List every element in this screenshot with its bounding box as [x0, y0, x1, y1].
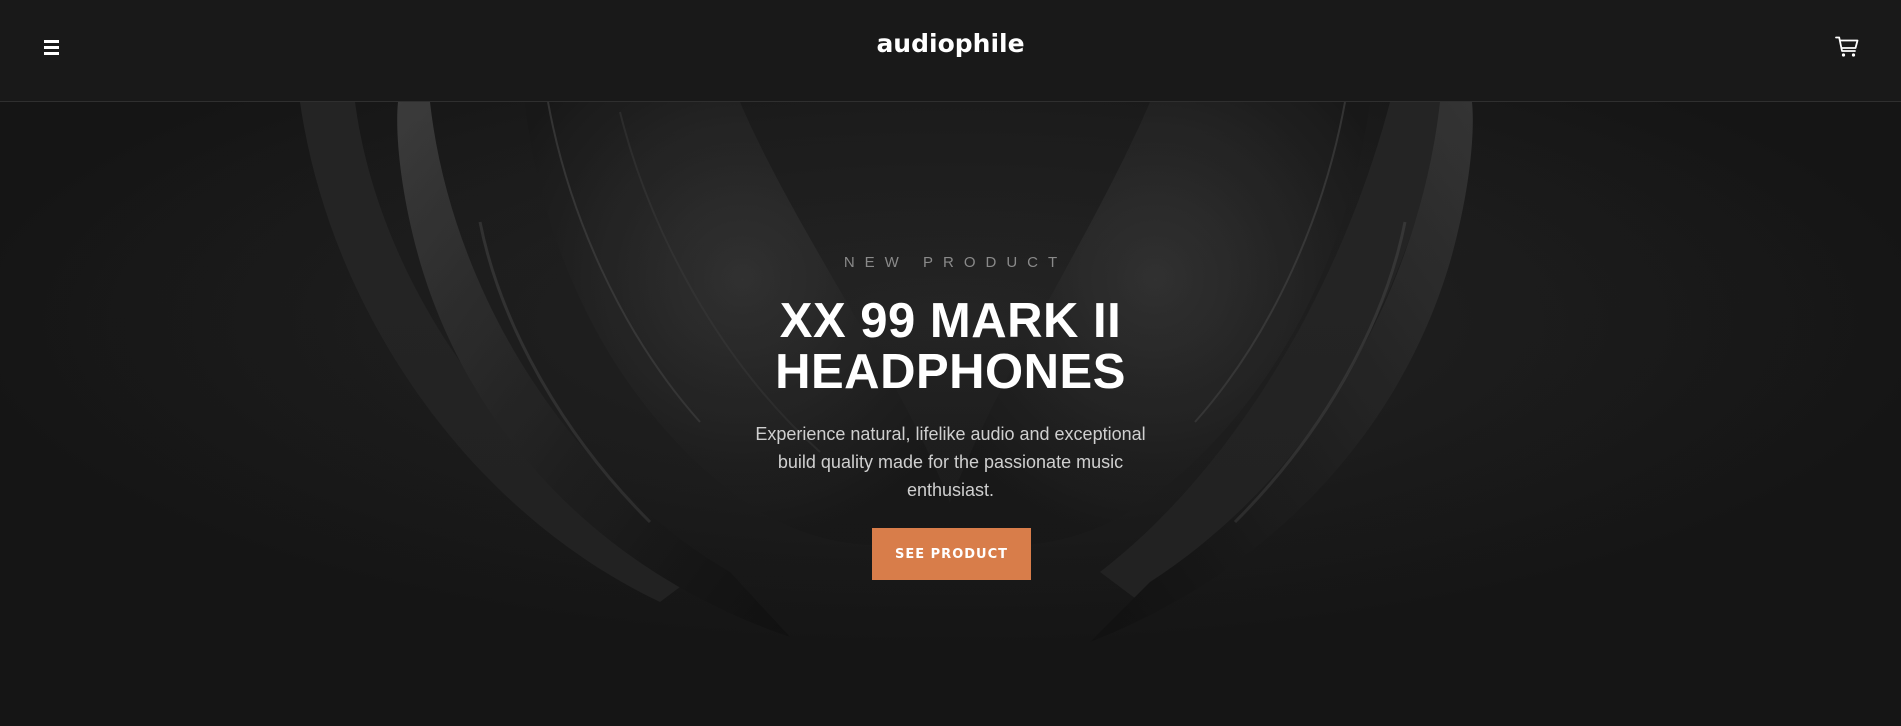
- hero-overline: NEW PRODUCT: [843, 254, 1068, 271]
- see-product-button[interactable]: SEE PRODUCT: [872, 528, 1031, 580]
- hero-title-line-2: HEADPHONES: [775, 345, 1126, 399]
- hero-section: NEW PRODUCT XX 99 MARK II HEADPHONES Exp…: [0, 102, 1901, 726]
- hero-title: XX 99 MARK II HEADPHONES: [0, 296, 1901, 398]
- shopping-cart-icon[interactable]: [1835, 36, 1859, 60]
- hero-content: NEW PRODUCT XX 99 MARK II HEADPHONES Exp…: [0, 102, 1901, 726]
- hero-description: Experience natural, lifelike audio and e…: [755, 424, 1146, 500]
- site-logo[interactable]: audiophile: [876, 29, 1024, 58]
- header-divider: [0, 101, 1901, 102]
- page: audiophile NEW PRODUCT XX 99 MARK II HEA…: [0, 0, 1901, 726]
- hero-title-line-1: XX 99 MARK II: [779, 294, 1122, 348]
- site-header: audiophile: [0, 0, 1901, 102]
- hamburger-menu-icon[interactable]: [41, 36, 61, 60]
- logo-container: audiophile: [0, 29, 1901, 58]
